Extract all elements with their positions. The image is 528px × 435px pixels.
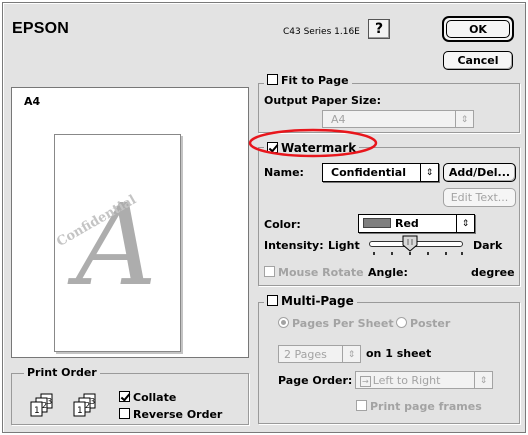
collate-checkbox-box[interactable] [119,391,130,402]
slider-tick [461,252,463,255]
pages-popup[interactable]: 2 Pages ⇕ [278,345,361,363]
pages-value: 2 Pages [284,348,327,361]
angle-unit-label: degree [471,266,515,279]
intensity-label: Intensity: [264,239,324,252]
print-frames-checkbox[interactable]: Print page frames [356,400,482,413]
reverse-stack-icon: 3 2 1 [73,393,96,417]
watermark-name-value: Confidential [331,166,407,179]
driver-version-label: C43 Series 1.16E [283,27,360,37]
color-popup[interactable]: Red ⇕ [358,214,475,233]
stack2-digit-mid: 2 [85,401,90,410]
multi-page-checkbox-box[interactable] [267,295,278,306]
stack1-digit-mid: 2 [42,401,47,410]
watermark-name-popup[interactable]: Confidential ⇕ [322,163,439,182]
pages-per-sheet-label: Pages Per Sheet [292,317,394,330]
intensity-slider-thumb[interactable] [402,235,418,252]
color-value: Red [395,217,419,230]
mouse-rotate-label: Mouse Rotate [278,266,364,279]
watermark-name-label: Name: [264,166,304,179]
cancel-button[interactable]: Cancel [443,51,513,70]
output-paper-size-value: A4 [331,113,346,126]
color-label: Color: [264,218,301,231]
add-del-button[interactable]: Add/Del... [443,163,516,182]
intensity-light-label: Light [328,239,360,252]
popup-arrows-icon: ⇕ [455,111,473,127]
fit-to-page-label: Fit to Page [281,74,349,87]
slider-tick [427,252,429,255]
collate-stack-icon: 3 2 1 [30,393,53,417]
collate-checkbox[interactable]: Collate [119,391,176,404]
poster-radio[interactable]: Poster [396,317,450,330]
print-frames-label: Print page frames [370,400,482,413]
on-one-sheet-label: on 1 sheet [366,347,432,360]
print-order-label: Print Order [24,366,100,379]
fit-to-page-checkbox[interactable]: Fit to Page [264,74,352,87]
left-to-right-icon: → [360,376,371,387]
help-icon: ? [374,21,384,37]
multi-page-label: Multi-Page [281,294,354,308]
multi-page-checkbox[interactable]: Multi-Page [264,294,357,308]
fit-to-page-checkbox-box[interactable] [267,74,278,85]
help-button[interactable]: ? [368,19,390,39]
collate-label: Collate [133,391,177,404]
page-order-popup[interactable]: → Left to Right ⇕ [355,371,493,389]
ok-button[interactable]: OK [442,16,514,42]
slider-tick [445,252,447,255]
mouse-rotate-checkbox[interactable]: Mouse Rotate [264,266,364,279]
output-paper-size-popup[interactable]: A4 ⇕ [322,110,474,128]
pages-per-sheet-radio-dot[interactable] [278,317,289,328]
stack1-digit-front: 1 [34,406,40,416]
stack2-digit-top: 3 [90,397,95,406]
reverse-order-checkbox[interactable]: Reverse Order [119,408,222,421]
reverse-order-checkbox-box[interactable] [119,408,130,419]
slider-tick [409,252,411,255]
color-swatch [363,218,391,228]
edit-text-button[interactable]: Edit Text... [443,188,516,207]
ok-button-label: OK [446,20,510,38]
slider-tick [391,252,393,255]
page-order-value: Left to Right [372,374,441,387]
print-frames-checkbox-box[interactable] [356,400,367,411]
page-order-label: Page Order: [278,374,353,387]
popup-arrows-icon: ⇕ [420,164,438,181]
stack2-digit-front: 1 [77,406,83,416]
reverse-order-label: Reverse Order [133,408,223,421]
preview-paper-size: A4 [24,95,41,108]
intensity-dark-label: Dark [473,239,503,252]
mouse-rotate-checkbox-box[interactable] [264,266,275,277]
poster-radio-dot[interactable] [396,317,407,328]
popup-arrows-icon: ⇕ [342,346,360,362]
watermark-highlight-ellipse [248,128,378,158]
epson-logo: EPSON [12,20,70,37]
popup-arrows-icon: ⇕ [456,215,474,232]
stack1-digit-top: 3 [47,397,52,406]
angle-label: Angle: [368,266,408,279]
slider-tick [373,252,375,255]
poster-label: Poster [410,317,451,330]
pages-per-sheet-radio[interactable]: Pages Per Sheet [278,317,394,330]
popup-arrows-icon: ⇕ [474,372,492,388]
output-paper-size-label: Output Paper Size: [264,94,381,107]
